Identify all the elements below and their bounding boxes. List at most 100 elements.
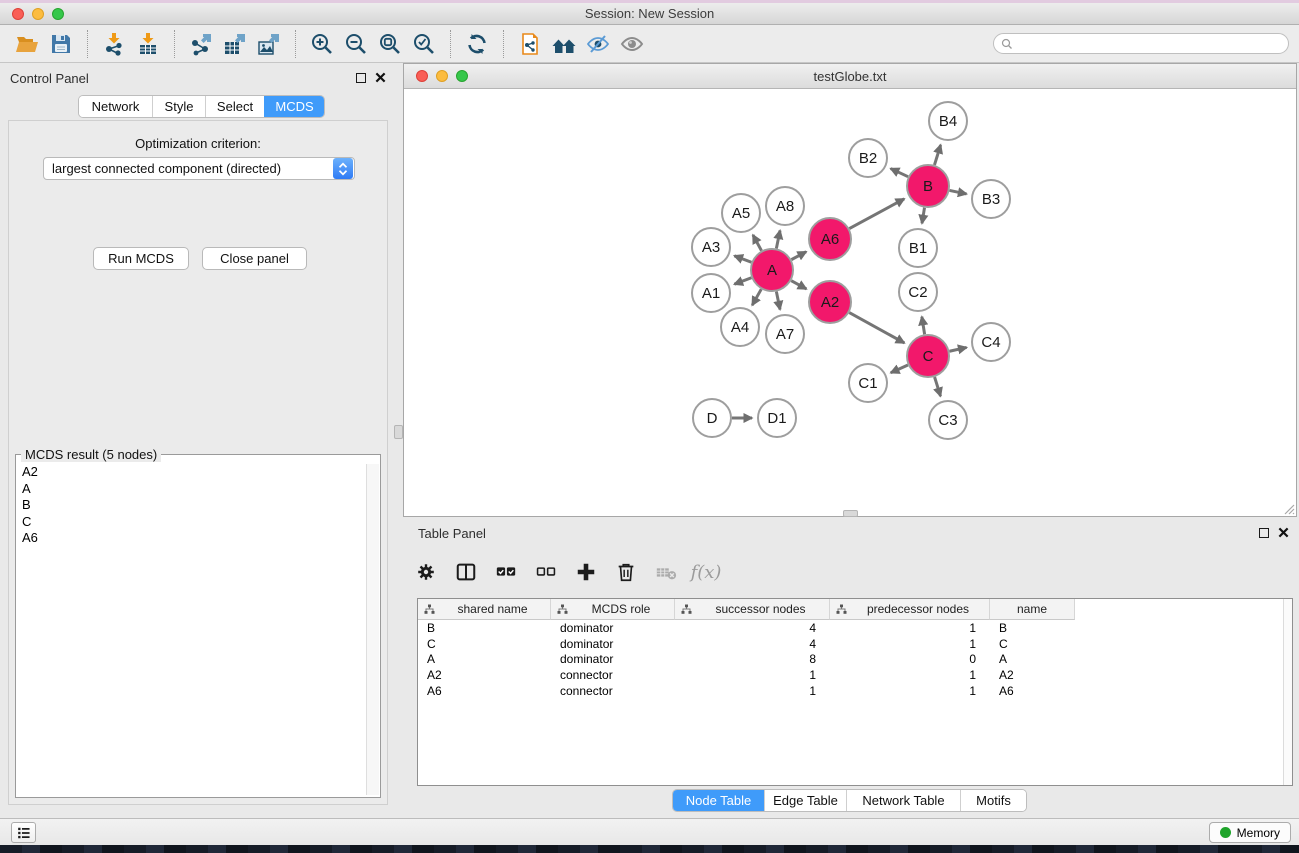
graph-node-D1[interactable]: D1 xyxy=(758,399,796,437)
graph-edge[interactable] xyxy=(934,145,940,165)
close-panel-icon[interactable] xyxy=(375,72,386,83)
column-header-shared-name[interactable]: shared name xyxy=(418,599,551,620)
vertical-splitter-handle[interactable] xyxy=(394,425,403,439)
graph-node-C[interactable]: C xyxy=(907,335,949,377)
graph-node-A[interactable]: A xyxy=(751,249,793,291)
graph-node-C4[interactable]: C4 xyxy=(972,323,1010,361)
graph-edge[interactable] xyxy=(791,281,806,289)
import-network-button[interactable] xyxy=(97,28,131,60)
search-input[interactable] xyxy=(1018,37,1281,51)
graph-edge[interactable] xyxy=(734,256,751,262)
tab-edge-table[interactable]: Edge Table xyxy=(764,790,846,811)
zoom-fit-button[interactable] xyxy=(373,28,407,60)
delete-column-button[interactable] xyxy=(613,559,639,585)
zoom-selected-button[interactable] xyxy=(407,28,441,60)
deselect-all-button[interactable] xyxy=(533,559,559,585)
table-scrollbar[interactable] xyxy=(1283,599,1292,785)
zoom-out-button[interactable] xyxy=(339,28,373,60)
result-item[interactable]: C xyxy=(20,514,365,531)
graph-node-A1[interactable]: A1 xyxy=(692,274,730,312)
save-session-button[interactable] xyxy=(44,28,78,60)
run-mcds-button[interactable]: Run MCDS xyxy=(93,247,189,270)
graph-node-A3[interactable]: A3 xyxy=(692,228,730,266)
tab-network-table[interactable]: Network Table xyxy=(846,790,960,811)
graph-node-A4[interactable]: A4 xyxy=(721,308,759,346)
graph-edge[interactable] xyxy=(950,190,967,194)
graph-edge[interactable] xyxy=(922,208,925,224)
graph-node-C1[interactable]: C1 xyxy=(849,364,887,402)
graph-node-B1[interactable]: B1 xyxy=(899,229,937,267)
zoom-in-button[interactable] xyxy=(305,28,339,60)
graph-edge[interactable] xyxy=(935,377,941,396)
graph-node-A5[interactable]: A5 xyxy=(722,194,760,232)
resize-grip[interactable] xyxy=(1281,501,1295,515)
tab-select[interactable]: Select xyxy=(205,96,264,117)
graph-edge[interactable] xyxy=(949,347,966,351)
graph-edge[interactable] xyxy=(891,169,908,177)
close-panel-button[interactable]: Close panel xyxy=(202,247,307,270)
graph-edge[interactable] xyxy=(734,278,751,284)
export-table-button[interactable] xyxy=(218,28,252,60)
export-network-button[interactable] xyxy=(184,28,218,60)
graph-node-C3[interactable]: C3 xyxy=(929,401,967,439)
graph-node-A2[interactable]: A2 xyxy=(809,281,851,323)
float-panel-icon[interactable] xyxy=(356,73,366,83)
result-item[interactable]: A2 xyxy=(20,464,365,481)
graph-node-B3[interactable]: B3 xyxy=(972,180,1010,218)
task-history-button[interactable] xyxy=(11,822,36,843)
select-all-button[interactable] xyxy=(493,559,519,585)
table-row[interactable]: A6connector11A6 xyxy=(418,683,1292,699)
network-canvas[interactable]: AA1A2A3A4A5A6A7A8BB1B2B3B4CC1C2C3C4DD1 xyxy=(404,89,1296,516)
split-table-button[interactable] xyxy=(453,559,479,585)
table-row[interactable]: A2connector11A2 xyxy=(418,667,1292,683)
memory-button[interactable]: Memory xyxy=(1209,822,1291,843)
column-header-successor-nodes[interactable]: successor nodes xyxy=(675,599,830,620)
graph-edge[interactable] xyxy=(776,230,780,248)
show-graphics-details-button[interactable] xyxy=(615,28,649,60)
result-scrollbar[interactable] xyxy=(366,464,379,795)
graph-node-D[interactable]: D xyxy=(693,399,731,437)
result-item[interactable]: B xyxy=(20,497,365,514)
graph-edge[interactable] xyxy=(922,317,925,335)
tab-style[interactable]: Style xyxy=(152,96,205,117)
graph-edge[interactable] xyxy=(791,252,806,260)
tab-motifs[interactable]: Motifs xyxy=(960,790,1026,811)
column-header-name[interactable]: name xyxy=(990,599,1075,620)
tab-mcds[interactable]: MCDS xyxy=(264,96,324,117)
export-image-button[interactable] xyxy=(252,28,286,60)
graph-edge[interactable] xyxy=(776,292,780,310)
graph-edge[interactable] xyxy=(891,365,908,373)
mcds-result-list[interactable]: A2ABCA6 xyxy=(20,464,365,795)
table-settings-button[interactable] xyxy=(413,559,439,585)
import-table-button[interactable] xyxy=(131,28,165,60)
graph-edge[interactable] xyxy=(753,235,762,251)
graph-node-A8[interactable]: A8 xyxy=(766,187,804,225)
table-row[interactable]: Adominator80A xyxy=(418,652,1292,668)
float-table-panel-icon[interactable] xyxy=(1259,528,1269,538)
table-row[interactable]: Bdominator41B xyxy=(418,620,1292,636)
tab-node-table[interactable]: Node Table xyxy=(673,790,764,811)
open-session-button[interactable] xyxy=(10,28,44,60)
result-item[interactable]: A xyxy=(20,481,365,498)
horizontal-splitter-handle[interactable] xyxy=(843,510,858,517)
graph-node-C2[interactable]: C2 xyxy=(899,273,937,311)
graph-edge[interactable] xyxy=(752,289,761,305)
tab-network[interactable]: Network xyxy=(79,96,152,117)
result-item[interactable]: A6 xyxy=(20,530,365,547)
close-table-panel-icon[interactable] xyxy=(1278,527,1289,538)
add-column-button[interactable] xyxy=(573,559,599,585)
search-box[interactable] xyxy=(993,33,1289,54)
graph-node-A6[interactable]: A6 xyxy=(809,218,851,260)
criterion-dropdown[interactable]: largest connected component (directed) xyxy=(43,157,355,180)
graph-node-B[interactable]: B xyxy=(907,165,949,207)
network-document-button[interactable] xyxy=(513,28,547,60)
column-header-predecessor-nodes[interactable]: predecessor nodes xyxy=(830,599,990,620)
network-window-titlebar[interactable]: testGlobe.txt xyxy=(404,64,1296,89)
column-header-mcds-role[interactable]: MCDS role xyxy=(551,599,675,620)
apply-layout-button[interactable] xyxy=(460,28,494,60)
graph-node-B2[interactable]: B2 xyxy=(849,139,887,177)
hide-graphics-details-button[interactable] xyxy=(581,28,615,60)
table-row[interactable]: Cdominator41C xyxy=(418,636,1292,652)
home-button[interactable] xyxy=(547,28,581,60)
graph-edge[interactable] xyxy=(849,313,904,343)
